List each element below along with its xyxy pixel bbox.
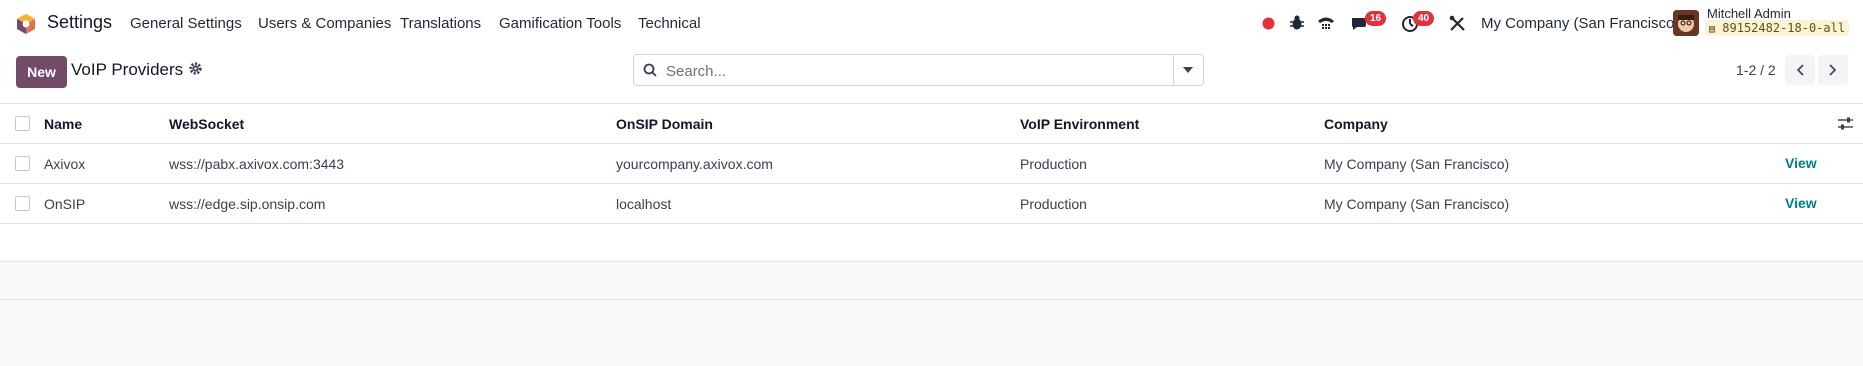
caret-down-icon <box>1183 67 1193 73</box>
gear-icon[interactable] <box>188 61 203 76</box>
view-button[interactable]: View <box>1785 195 1817 211</box>
cell-voip-environment: Production <box>1020 196 1087 212</box>
database-icon: ▤ <box>1709 24 1716 35</box>
user-avatar[interactable] <box>1673 10 1699 36</box>
cell-websocket: wss://edge.sip.onsip.com <box>169 196 326 212</box>
menu-users-companies[interactable]: Users & Companies <box>258 15 391 32</box>
bug-icon[interactable] <box>1288 14 1306 32</box>
cell-onsip-domain: localhost <box>616 196 672 212</box>
cell-onsip-domain: yourcompany.axivox.com <box>616 156 773 172</box>
user-name[interactable]: Mitchell Admin <box>1707 6 1791 21</box>
menu-gamification-tools[interactable]: Gamification Tools <box>499 15 621 32</box>
menu-general-settings[interactable]: General Settings <box>130 15 242 32</box>
cell-company: My Company (San Francisco) <box>1324 156 1510 172</box>
optional-columns-icon[interactable] <box>1838 117 1853 130</box>
breadcrumb: VoIP Providers <box>71 60 184 79</box>
database-name: ▤ 89152482-18-0-all <box>1705 20 1850 36</box>
cell-websocket: wss://pabx.axivox.com:3443 <box>169 156 345 172</box>
menu-translations[interactable]: Translations <box>400 15 481 32</box>
row-checkbox[interactable] <box>15 156 30 171</box>
empty-row <box>0 262 1863 300</box>
pager-next-button[interactable] <box>1818 55 1848 85</box>
column-header-name[interactable]: Name <box>44 116 82 132</box>
table-row[interactable]: OnSIP wss://edge.sip.onsip.com localhost… <box>0 184 1863 224</box>
new-button[interactable]: New <box>16 56 67 88</box>
avatar-face-icon <box>1673 10 1699 36</box>
search-icon <box>643 63 657 77</box>
database-label: 89152482-18-0-all <box>1722 21 1846 35</box>
search-bar <box>633 54 1204 87</box>
empty-row <box>0 224 1863 262</box>
tools-icon[interactable] <box>1449 15 1466 32</box>
pager-previous-button[interactable] <box>1785 55 1815 85</box>
column-header-websocket[interactable]: WebSocket <box>169 116 244 132</box>
column-header-voip-environment[interactable]: VoIP Environment <box>1020 116 1139 132</box>
menu-technical[interactable]: Technical <box>638 15 701 32</box>
control-panel: New VoIP Providers 1-2 / 2 <box>0 48 1863 104</box>
chevron-right-icon <box>1829 64 1837 76</box>
pager-value[interactable]: 1-2 / 2 <box>1736 62 1776 78</box>
app-name[interactable]: Settings <box>47 12 112 33</box>
select-all-checkbox[interactable] <box>15 116 30 131</box>
search-input[interactable] <box>664 55 1168 87</box>
search-options-toggle[interactable] <box>1173 55 1203 85</box>
cell-name: OnSIP <box>44 196 86 212</box>
cell-voip-environment: Production <box>1020 156 1087 172</box>
table-row[interactable]: Axivox wss://pabx.axivox.com:3443 yourco… <box>0 144 1863 184</box>
cell-company: My Company (San Francisco) <box>1324 196 1510 212</box>
row-checkbox[interactable] <box>15 196 30 211</box>
column-header-onsip-domain[interactable]: OnSIP Domain <box>616 116 713 132</box>
activities-count-badge: 40 <box>1413 11 1435 26</box>
messages-count-badge: 16 <box>1365 11 1387 26</box>
recording-dot-icon[interactable] <box>1262 17 1275 30</box>
phone-icon[interactable] <box>1316 14 1336 32</box>
column-header-company[interactable]: Company <box>1324 116 1388 132</box>
view-button[interactable]: View <box>1785 155 1817 171</box>
company-switcher[interactable]: My Company (San Francisco) <box>1481 15 1679 32</box>
table-header: Name WebSocket OnSIP Domain VoIP Environ… <box>0 104 1863 144</box>
odoo-app-icon[interactable] <box>15 13 37 35</box>
top-navbar: Settings General Settings Users & Compan… <box>0 0 1863 48</box>
cell-name: Axivox <box>44 156 86 172</box>
chevron-left-icon <box>1796 64 1804 76</box>
